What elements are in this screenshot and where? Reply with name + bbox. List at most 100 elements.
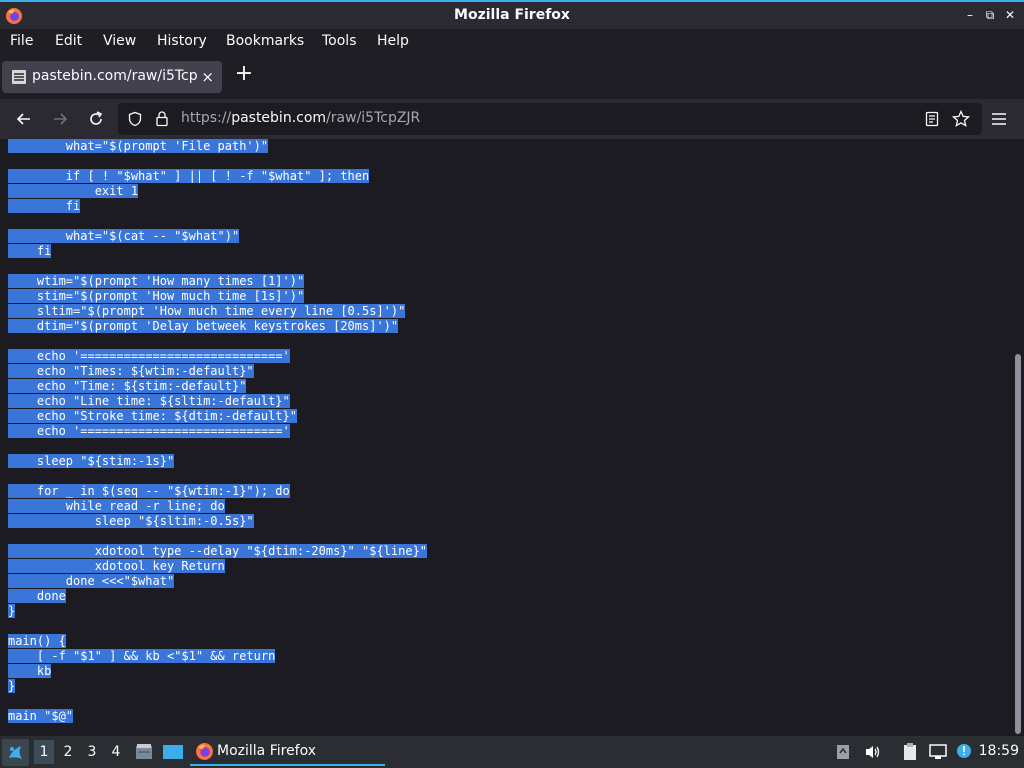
page-content[interactable]: what="$(prompt 'File path')" if [ ! "$wh… xyxy=(0,139,1012,736)
code-line-text: } xyxy=(8,679,16,693)
code-line-text: while read -r line; do xyxy=(8,499,225,513)
menu-file[interactable]: File xyxy=(10,33,33,49)
taskbar-app-label: Mozilla Firefox xyxy=(217,743,317,759)
desktop-2[interactable]: 2 xyxy=(58,740,78,764)
clipboard-icon[interactable] xyxy=(900,742,920,762)
code-line-text: for _ in $(seq -- "${wtim:-1}"); do xyxy=(8,484,290,498)
code-line: what="$(cat -- "$what")" xyxy=(8,229,427,244)
menu-edit[interactable]: Edit xyxy=(55,33,82,49)
reload-icon[interactable] xyxy=(86,109,106,129)
code-line: wtim="$(prompt 'How many times [1]')" xyxy=(8,274,427,289)
window-title: Mozilla Firefox xyxy=(454,7,570,23)
code-line: [ -f "$1" ] && kb <"$1" && return xyxy=(8,649,427,664)
code-line: echo "Time: ${stim:-default}" xyxy=(8,379,427,394)
code-line-text: sleep "${stim:-1s}" xyxy=(8,454,175,468)
notifications-icon[interactable] xyxy=(955,742,973,760)
forward-arrow-icon[interactable] xyxy=(50,109,70,129)
minimize-button[interactable]: – xyxy=(962,7,978,23)
code-line-text: echo "Stroke time: ${dtim:-default}" xyxy=(8,409,297,423)
network-wired-icon[interactable] xyxy=(928,743,948,761)
url-path: /raw/i5TcpZJR xyxy=(326,110,421,126)
code-line: main "$@" xyxy=(8,709,427,724)
scrollbar-thumb[interactable] xyxy=(1015,354,1021,734)
tab-title: pastebin.com/raw/i5TcpZJR xyxy=(32,68,198,84)
code-line-text: echo "Line time: ${sltim:-default}" xyxy=(8,394,290,408)
lock-icon[interactable] xyxy=(154,110,170,127)
desktop-3[interactable]: 3 xyxy=(82,740,102,764)
code-line-text: echo '============================' xyxy=(8,424,290,438)
code-line: } xyxy=(8,604,427,619)
navigation-toolbar: https://pastebin.com/raw/i5TcpZJR xyxy=(0,99,1024,139)
code-line: stim="$(prompt 'How much time [1s]')" xyxy=(8,289,427,304)
code-line: main() { xyxy=(8,634,427,649)
menu-help[interactable]: Help xyxy=(377,33,409,49)
bookmark-star-icon[interactable] xyxy=(952,110,970,128)
code-line: fi xyxy=(8,199,427,214)
start-menu-button[interactable] xyxy=(2,739,29,766)
code-line-text: main() { xyxy=(8,634,66,648)
tab-pastebin[interactable]: pastebin.com/raw/i5TcpZJR × xyxy=(2,61,222,93)
tray-expand-icon[interactable] xyxy=(836,744,850,760)
url-scheme: https:// xyxy=(181,110,232,126)
window-titlebar: Mozilla Firefox – ⧉ ✕ xyxy=(0,0,1024,29)
code-line-text: dtim="$(prompt 'Delay betweek keystrokes… xyxy=(8,319,399,333)
code-line-text: } xyxy=(8,604,16,618)
url-host: pastebin.com xyxy=(231,110,327,126)
code-line-text: done xyxy=(8,589,66,603)
close-button[interactable]: ✕ xyxy=(1002,7,1018,23)
reader-view-icon[interactable] xyxy=(924,111,940,127)
new-tab-button[interactable]: + xyxy=(233,63,255,87)
code-line: xdotool key Return xyxy=(8,559,427,574)
code-line: exit 1 xyxy=(8,184,427,199)
hamburger-menu-icon[interactable] xyxy=(991,111,1007,127)
code-line: while read -r line; do xyxy=(8,499,427,514)
page-scrollbar[interactable] xyxy=(1012,139,1024,736)
taskbar: 1 2 3 4 Mozilla Firefox 18:59 xyxy=(0,736,1024,768)
restore-button[interactable]: ⧉ xyxy=(982,7,998,23)
back-arrow-icon[interactable] xyxy=(14,109,34,129)
raw-code-text[interactable]: what="$(prompt 'File path')" if [ ! "$wh… xyxy=(8,139,428,724)
code-line-text: exit 1 xyxy=(8,184,139,198)
file-manager-icon[interactable] xyxy=(134,742,154,762)
code-line-text: if [ ! "$what" ] || [ ! -f "$what" ]; th… xyxy=(8,169,370,183)
taskbar-clock[interactable]: 18:59 xyxy=(979,743,1019,759)
tab-close-button[interactable]: × xyxy=(201,68,214,86)
code-line-text: stim="$(prompt 'How much time [1s]')" xyxy=(8,289,305,303)
code-line-text: [ -f "$1" ] && kb <"$1" && return xyxy=(8,649,276,663)
code-line-text: what="$(prompt 'File path')" xyxy=(8,139,269,153)
desktop-4[interactable]: 4 xyxy=(106,740,126,764)
active-task-indicator xyxy=(190,764,385,766)
code-line: echo "Stroke time: ${dtim:-default}" xyxy=(8,409,427,424)
desktop-1[interactable]: 1 xyxy=(34,740,54,764)
url-text[interactable]: https://pastebin.com/raw/i5TcpZJR xyxy=(181,110,420,126)
code-line: done <<<"$what" xyxy=(8,574,427,589)
taskbar-firefox-entry[interactable]: Mozilla Firefox xyxy=(190,738,385,766)
menu-bookmarks[interactable]: Bookmarks xyxy=(226,33,304,49)
code-line-text: kb xyxy=(8,664,52,678)
menu-tools[interactable]: Tools xyxy=(322,33,357,49)
volume-icon[interactable] xyxy=(864,744,882,760)
code-line: what="$(prompt 'File path')" xyxy=(8,139,427,154)
code-line-text: echo "Times: ${wtim:-default}" xyxy=(8,364,254,378)
firefox-taskbar-icon xyxy=(196,743,213,760)
code-line: done xyxy=(8,589,427,604)
show-desktop-icon[interactable] xyxy=(162,742,184,762)
code-line: for _ in $(seq -- "${wtim:-1}"); do xyxy=(8,484,427,499)
code-line: sltim="$(prompt 'How much time every lin… xyxy=(8,304,427,319)
page-favicon-icon xyxy=(12,70,26,84)
tracking-protection-shield-icon[interactable] xyxy=(127,111,143,127)
code-line-text: echo '============================' xyxy=(8,349,290,363)
code-line: dtim="$(prompt 'Delay betweek keystrokes… xyxy=(8,319,427,334)
code-line-text: fi xyxy=(8,199,81,213)
menu-history[interactable]: History xyxy=(157,33,207,49)
url-bar[interactable]: https://pastebin.com/raw/i5TcpZJR xyxy=(118,103,982,135)
menu-view[interactable]: View xyxy=(103,33,136,49)
